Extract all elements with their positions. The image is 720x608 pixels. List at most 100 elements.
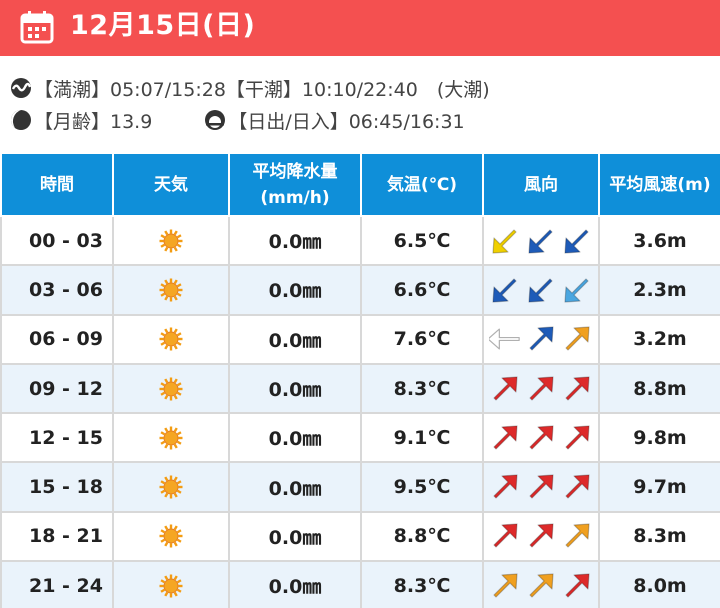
cell-temp: 6.6℃ [360, 264, 484, 316]
wind-arrow-northeast-icon [489, 422, 521, 454]
col-precip-unit: (mm/h) [260, 187, 330, 208]
wind-arrow-northeast-icon [489, 373, 521, 405]
cell-wind-speed: 2.3m [598, 264, 720, 316]
cell-time: 18 - 21 [0, 510, 114, 563]
cell-weather [112, 510, 230, 563]
cell-precip: 0.0㎜ [228, 412, 362, 464]
weather-table: 時間 天気 平均降水量 (mm/h) 気温(℃) 風向 平均風速(m) 00 -… [0, 152, 720, 608]
wind-arrow-northeast-icon [561, 520, 593, 552]
table-row: 18 - 21 0.0㎜ 8.8℃ 8.3m [0, 510, 720, 563]
cell-temp: 9.5℃ [360, 461, 484, 513]
sunny-icon [159, 524, 183, 548]
tide-info: 【満潮】05:07/15:28【干潮】10:10/22:40 (大潮) [10, 73, 490, 103]
wind-arrow-northeast-icon [525, 373, 557, 405]
tide-text: 【満潮】05:07/15:28【干潮】10:10/22:40 (大潮) [34, 78, 490, 101]
cell-weather [112, 264, 230, 316]
table-row: 06 - 09 0.0㎜ 7.6℃ 3.2m [0, 313, 720, 365]
table-row: 15 - 18 0.0㎜ 9.5℃ 9.7m [0, 461, 720, 513]
cell-time: 03 - 06 [0, 264, 114, 316]
col-wind-speed: 平均風速(m) [598, 152, 720, 217]
moon-sun-info: 【月齢】13.9 【日出/日入】06:45/16:31 [10, 105, 465, 135]
col-precip: 平均降水量 (mm/h) [228, 152, 362, 217]
wind-arrow-northeast-icon [525, 323, 557, 355]
cell-wind-speed: 8.8m [598, 362, 720, 415]
cell-precip: 0.0㎜ [228, 313, 362, 365]
wind-arrow-west-icon [487, 323, 521, 355]
wind-arrow-northeast-icon [525, 471, 557, 503]
cell-weather [112, 461, 230, 513]
cell-wind-direction [482, 412, 600, 464]
cell-wind-direction [482, 560, 600, 608]
header-date: 12月15日(日) [70, 10, 256, 41]
cell-precip: 0.0㎜ [228, 264, 362, 316]
col-wind-direction: 風向 [482, 152, 600, 217]
cell-time: 12 - 15 [0, 412, 114, 464]
cell-precip: 0.0㎜ [228, 362, 362, 415]
cell-temp: 7.6℃ [360, 313, 484, 365]
sun-times-text: 【日出/日入】06:45/16:31 [228, 110, 465, 133]
cell-time: 00 - 03 [0, 214, 114, 267]
tide-wave-icon [11, 78, 32, 98]
cell-precip: 0.0㎜ [228, 214, 362, 267]
calendar-icon [20, 11, 54, 44]
wind-arrow-northeast-icon [525, 570, 557, 602]
wind-arrow-southwest-icon [489, 274, 521, 306]
cell-precip: 0.0㎜ [228, 510, 362, 563]
date-header: 12月15日(日) [0, 0, 720, 56]
cell-wind-direction [482, 214, 600, 267]
sunrise-sunset-icon [205, 110, 226, 130]
wind-arrow-northeast-icon [561, 570, 593, 602]
cell-weather [112, 560, 230, 608]
wind-arrow-southwest-icon [525, 225, 557, 257]
wind-arrow-southwest-icon [561, 225, 593, 257]
cell-precip: 0.0㎜ [228, 461, 362, 513]
wind-arrow-northeast-icon [561, 422, 593, 454]
cell-wind-speed: 9.7m [598, 461, 720, 513]
wind-arrow-southwest-icon [489, 225, 521, 257]
cell-wind-direction [482, 461, 600, 513]
wind-arrow-northeast-icon [489, 471, 521, 503]
col-temp: 気温(℃) [360, 152, 484, 217]
cell-temp: 8.3℃ [360, 560, 484, 608]
col-time: 時間 [0, 152, 114, 217]
wind-arrow-northeast-icon [489, 570, 521, 602]
wind-arrow-northeast-icon [525, 520, 557, 552]
cell-wind-speed: 8.0m [598, 560, 720, 608]
cell-precip: 0.0㎜ [228, 560, 362, 608]
wind-arrow-northeast-icon [561, 471, 593, 503]
cell-weather [112, 362, 230, 415]
table-header-row: 時間 天気 平均降水量 (mm/h) 気温(℃) 風向 平均風速(m) [0, 152, 720, 217]
moon-phase-icon [11, 110, 31, 130]
moon-age-text: 【月齢】13.9 [34, 110, 153, 133]
sunny-icon [159, 278, 183, 302]
sunny-icon [159, 574, 183, 598]
cell-time: 21 - 24 [0, 560, 114, 608]
wind-arrow-southwest-icon [561, 274, 593, 306]
cell-wind-direction [482, 362, 600, 415]
cell-wind-speed: 3.6m [598, 214, 720, 267]
cell-wind-speed: 9.8m [598, 412, 720, 464]
table-row: 00 - 03 0.0㎜ 6.5℃ 3.6m [0, 214, 720, 267]
col-precip-label: 平均降水量 [252, 161, 338, 182]
cell-time: 09 - 12 [0, 362, 114, 415]
sunny-icon [159, 426, 183, 450]
sunny-icon [159, 327, 183, 351]
wind-arrow-northeast-icon [561, 323, 593, 355]
table-row: 12 - 15 0.0㎜ 9.1℃ 9.8m [0, 412, 720, 464]
table-row: 09 - 12 0.0㎜ 8.3℃ 8.8m [0, 362, 720, 415]
sunny-icon [159, 229, 183, 253]
cell-weather [112, 313, 230, 365]
cell-time: 06 - 09 [0, 313, 114, 365]
cell-wind-direction [482, 264, 600, 316]
cell-temp: 6.5℃ [360, 214, 484, 267]
cell-wind-speed: 3.2m [598, 313, 720, 365]
cell-temp: 9.1℃ [360, 412, 484, 464]
cell-wind-direction [482, 510, 600, 563]
cell-temp: 8.3℃ [360, 362, 484, 415]
col-weather: 天気 [112, 152, 230, 217]
cell-weather [112, 214, 230, 267]
cell-temp: 8.8℃ [360, 510, 484, 563]
sunny-icon [159, 475, 183, 499]
cell-wind-direction [482, 313, 600, 365]
wind-arrow-northeast-icon [561, 373, 593, 405]
